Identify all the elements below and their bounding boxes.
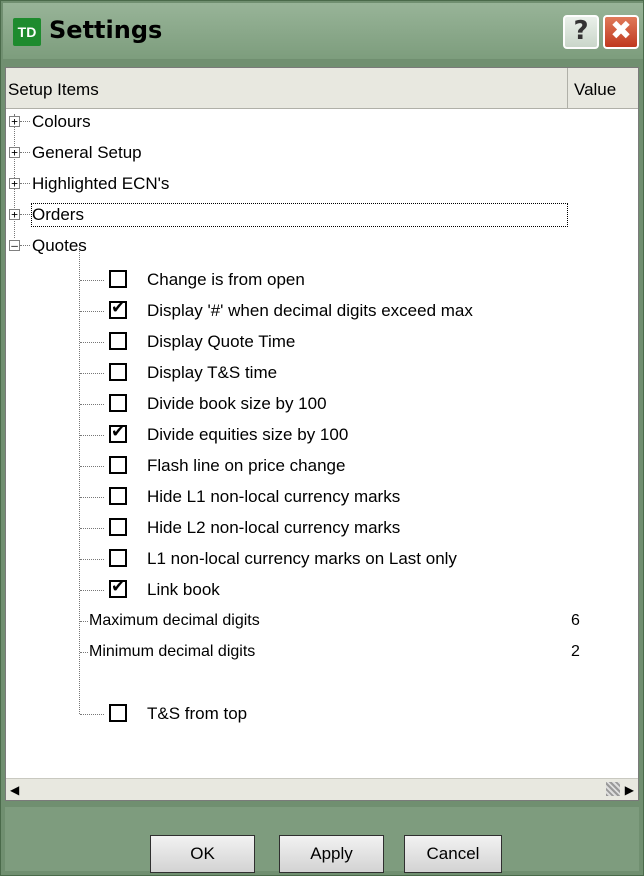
category-label: Colours xyxy=(32,112,91,131)
option-label: Divide book size by 100 xyxy=(147,394,327,413)
expand-plus-icon[interactable]: + xyxy=(9,147,20,158)
tree-branch-line xyxy=(80,528,104,529)
column-header: Setup Items Value xyxy=(6,68,638,109)
option-flash-line[interactable]: Flash line on price change xyxy=(80,454,589,478)
checkbox[interactable] xyxy=(109,394,127,412)
checkbox[interactable] xyxy=(109,298,127,319)
option-hide-l2-marks[interactable]: Hide L2 non-local currency marks xyxy=(80,516,589,540)
tree-branch-line xyxy=(80,435,104,436)
tree-row-orders[interactable]: + Orders xyxy=(6,201,606,229)
option-hide-l1-marks[interactable]: Hide L1 non-local currency marks xyxy=(80,485,589,509)
tree-branch-line xyxy=(20,214,30,215)
option-label: Hide L2 non-local currency marks xyxy=(147,518,401,537)
settings-tree: + Colours + General Setup + Highlighted … xyxy=(6,108,638,774)
tree-branch-line xyxy=(20,121,30,122)
tree-branch-line xyxy=(80,404,104,405)
checkbox[interactable] xyxy=(109,518,127,536)
column-header-value[interactable]: Value xyxy=(568,68,638,108)
collapse-minus-icon[interactable]: – xyxy=(9,240,20,251)
scroll-left-arrow-icon[interactable]: ◀ xyxy=(10,783,19,797)
option-label: Hide L1 non-local currency marks xyxy=(147,487,401,506)
checkbox[interactable] xyxy=(109,549,127,567)
apply-button[interactable]: Apply xyxy=(279,835,384,873)
checkbox[interactable] xyxy=(109,270,127,288)
title-bar[interactable]: TD Settings ? ✖ xyxy=(3,3,643,59)
option-maximum-decimal-digits[interactable]: Maximum decimal digits 6 xyxy=(80,610,610,634)
scroll-grip-icon[interactable] xyxy=(606,782,620,796)
tree-branch-line xyxy=(80,311,104,312)
help-button[interactable]: ? xyxy=(563,15,599,49)
category-label: Highlighted ECN's xyxy=(32,174,170,193)
option-label: Display '#' when decimal digits exceed m… xyxy=(147,301,473,320)
close-button[interactable]: ✖ xyxy=(603,15,639,49)
window-title: Settings xyxy=(49,16,163,44)
category-label: Orders xyxy=(31,203,568,227)
dialog-button-bar: OK Apply Cancel xyxy=(5,807,639,873)
option-display-quote-time[interactable]: Display Quote Time xyxy=(80,330,589,354)
expand-plus-icon[interactable]: + xyxy=(9,178,20,189)
expand-plus-icon[interactable]: + xyxy=(9,116,20,127)
option-label: Display T&S time xyxy=(147,363,278,382)
expand-plus-icon[interactable]: + xyxy=(9,209,20,220)
tree-branch-line xyxy=(80,342,104,343)
tree-branch-line xyxy=(80,373,104,374)
tree-branch-line xyxy=(20,245,30,246)
option-change-is-from-open[interactable]: Change is from open xyxy=(80,268,589,292)
settings-tree-panel: Setup Items Value + Colours + General Se… xyxy=(5,67,639,801)
tree-branch-line xyxy=(20,152,30,153)
settings-window: TD Settings ? ✖ Setup Items Value + Colo… xyxy=(0,0,644,876)
horizontal-scrollbar[interactable]: ◀ ▶ xyxy=(6,778,638,800)
checkbox[interactable] xyxy=(109,422,127,443)
option-display-ts-time[interactable]: Display T&S time xyxy=(80,361,589,385)
tree-row-highlighted-ecns[interactable]: + Highlighted ECN's xyxy=(6,170,606,198)
option-display-hash[interactable]: Display '#' when decimal digits exceed m… xyxy=(80,298,609,323)
tree-row-quotes[interactable]: – Quotes xyxy=(6,232,606,260)
tree-branch-line xyxy=(20,183,30,184)
checkbox[interactable] xyxy=(109,487,127,505)
tree-row-colours[interactable]: + Colours xyxy=(6,108,606,136)
option-label: T&S from top xyxy=(147,704,248,723)
option-link-book[interactable]: Link book xyxy=(80,577,589,602)
scroll-right-arrow-icon[interactable]: ▶ xyxy=(625,783,634,797)
option-divide-equities-size[interactable]: Divide equities size by 100 xyxy=(80,422,589,447)
option-label: Display Quote Time xyxy=(147,332,296,351)
option-divide-book-size[interactable]: Divide book size by 100 xyxy=(80,392,589,416)
tree-branch-line xyxy=(80,590,104,591)
tree-branch-line xyxy=(80,497,104,498)
option-label: Maximum decimal digits xyxy=(89,612,260,629)
checkbox[interactable] xyxy=(109,332,127,350)
option-label: L1 non-local currency marks on Last only xyxy=(147,549,457,568)
option-ts-from-top[interactable]: T&S from top xyxy=(80,702,589,726)
tree-row-general-setup[interactable]: + General Setup xyxy=(6,139,606,167)
option-l1-marks-last-only[interactable]: L1 non-local currency marks on Last only xyxy=(80,547,609,571)
checkbox[interactable] xyxy=(109,456,127,474)
tree-branch-line xyxy=(80,652,88,653)
tree-branch-line xyxy=(80,280,104,281)
option-label: Flash line on price change xyxy=(147,456,346,475)
tree-branch-line xyxy=(80,559,104,560)
option-value[interactable]: 6 xyxy=(571,610,580,632)
option-minimum-decimal-digits[interactable]: Minimum decimal digits 2 xyxy=(80,641,610,665)
tree-branch-line xyxy=(80,714,104,715)
tree-branch-line xyxy=(80,621,88,622)
tree-branch-line xyxy=(80,466,104,467)
checkbox[interactable] xyxy=(109,577,127,598)
td-logo-icon: TD xyxy=(13,18,41,46)
checkbox[interactable] xyxy=(109,704,127,722)
checkbox[interactable] xyxy=(109,363,127,381)
option-label: Change is from open xyxy=(147,270,305,289)
option-label: Link book xyxy=(147,580,220,599)
ok-button[interactable]: OK xyxy=(150,835,255,873)
category-label: General Setup xyxy=(32,143,142,162)
column-header-setup-items[interactable]: Setup Items xyxy=(6,68,568,108)
category-label: Quotes xyxy=(32,236,87,255)
option-value[interactable]: 2 xyxy=(571,641,580,663)
option-label: Minimum decimal digits xyxy=(89,643,256,660)
option-label: Divide equities size by 100 xyxy=(147,425,349,444)
cancel-button[interactable]: Cancel xyxy=(404,835,502,873)
